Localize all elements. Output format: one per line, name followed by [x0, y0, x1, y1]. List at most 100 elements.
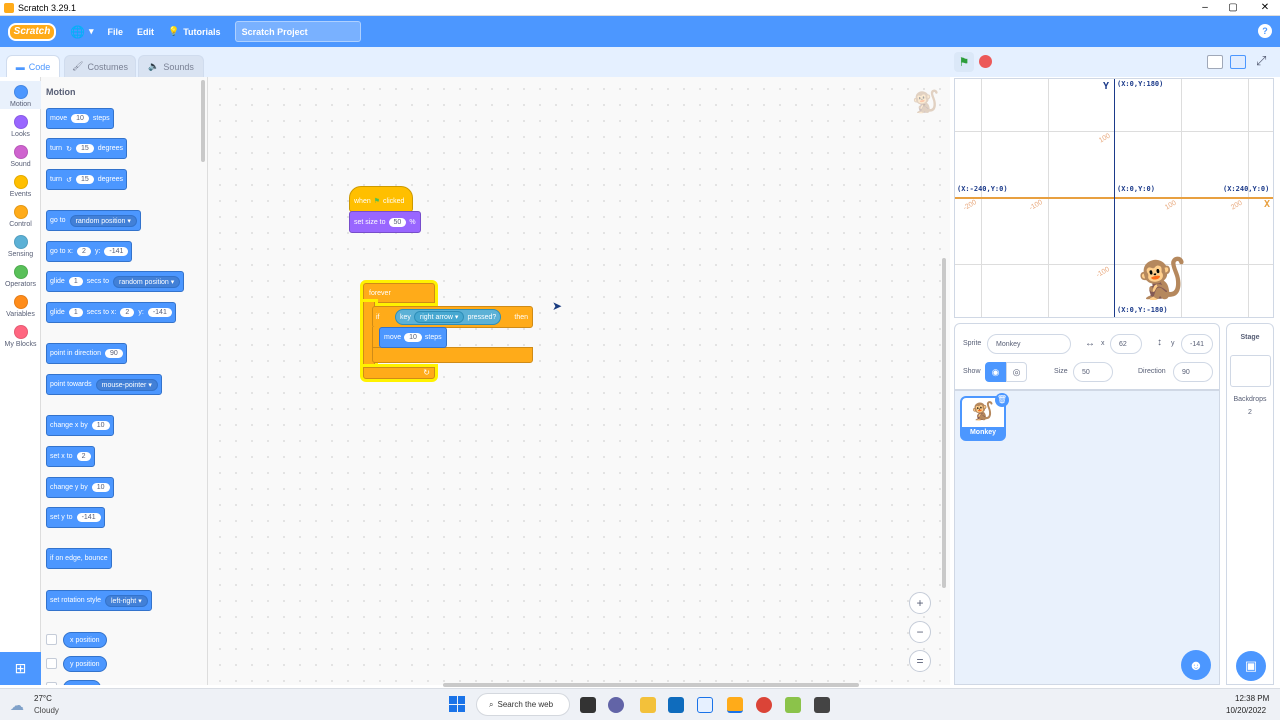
minecraft-icon[interactable] [785, 697, 801, 713]
edit-menu[interactable]: Edit [137, 27, 154, 37]
block-input[interactable]: -141 [104, 247, 129, 256]
sprite-thumbnail[interactable]: 🐒 Monkey 🗑 [960, 393, 1009, 441]
close-button[interactable]: ✕ [1250, 0, 1280, 16]
move-steps-block[interactable]: move 10 steps [379, 327, 447, 348]
category-variables[interactable]: Variables [0, 291, 41, 318]
app-icon[interactable] [814, 697, 830, 713]
rotation-style-dropdown[interactable]: left-right ▾ [104, 594, 148, 607]
set-rotation-style-block[interactable]: set rotation style left-right ▾ [46, 590, 152, 611]
category-events[interactable]: Events [0, 171, 41, 198]
block-input[interactable]: 50 [388, 217, 407, 227]
point-in-direction-block[interactable]: point in direction 90 [46, 343, 127, 364]
zoom-in-button[interactable]: + [909, 592, 931, 614]
zoom-out-button[interactable]: − [909, 621, 931, 643]
block-input[interactable]: 2 [76, 452, 91, 461]
stage-selector-panel[interactable]: Stage Backdrops 2 ▣ [1226, 323, 1274, 685]
project-title-input[interactable]: Scratch Project [234, 21, 361, 42]
start-button[interactable] [449, 696, 465, 712]
language-menu[interactable]: 🌐 ▾ [70, 25, 93, 39]
sprite-y-input[interactable]: -141 [1181, 334, 1213, 354]
random-position-dropdown[interactable]: random position ▾ [69, 214, 137, 227]
stage-canvas[interactable]: Y X (X:0,Y:180) (X:-240,Y:0) (X:0,Y:0) (… [954, 78, 1274, 318]
block-input[interactable]: 15 [75, 144, 94, 153]
palette-scrollbar[interactable] [201, 80, 205, 162]
forever-block[interactable]: forever [363, 283, 435, 303]
block-input[interactable]: 90 [104, 349, 123, 358]
y-position-reporter[interactable]: y position [63, 656, 107, 672]
backdrop-thumbnail[interactable] [1230, 355, 1271, 387]
weather-desc[interactable]: Cloudy [34, 706, 59, 715]
x-position-reporter[interactable]: x position [63, 632, 107, 648]
tab-costumes[interactable]: 🖌 Costumes [64, 55, 136, 77]
go-to-block[interactable]: go to random position ▾ [46, 210, 141, 231]
category-sensing[interactable]: Sensing [0, 231, 41, 258]
choose-backdrop-button[interactable]: ▣ [1236, 651, 1266, 681]
add-extension-button[interactable]: ⊞ [0, 652, 41, 685]
chrome-icon[interactable] [756, 697, 772, 713]
task-view-icon[interactable] [580, 697, 596, 713]
category-operators[interactable]: Operators [0, 261, 41, 288]
code-workspace[interactable]: 🐒 when ⚑ clicked set size to 50% forever ↻ … [208, 77, 950, 685]
random-position-dropdown[interactable]: random position ▾ [112, 275, 181, 288]
y-position-checkbox[interactable] [46, 658, 57, 669]
minimize-button[interactable]: – [1190, 0, 1220, 16]
set-x-block[interactable]: set x to 2 [46, 446, 95, 467]
taskbar-search[interactable]: ⌕ Search the web [476, 693, 570, 716]
delete-sprite-icon[interactable]: 🗑 [995, 393, 1009, 407]
edge-app-icon[interactable] [697, 697, 713, 713]
block-input[interactable]: 10 [91, 421, 110, 430]
maximize-button[interactable]: ▢ [1218, 0, 1248, 16]
turn-left-block[interactable]: turn ↺ 15 degrees [46, 169, 128, 190]
workspace-vertical-scrollbar[interactable] [942, 258, 946, 588]
store-icon[interactable] [668, 697, 684, 713]
bounce-block[interactable]: if on edge, bounce [46, 548, 112, 569]
tab-code[interactable]: ▬ Code [6, 55, 60, 78]
zoom-reset-button[interactable]: = [909, 650, 931, 672]
weather-temp[interactable]: 27°C [34, 694, 52, 703]
block-input[interactable]: 2 [120, 308, 135, 317]
block-input[interactable]: 15 [75, 175, 94, 184]
change-x-block[interactable]: change x by 10 [46, 415, 114, 436]
sprite-size-input[interactable]: 50 [1073, 362, 1113, 382]
choose-sprite-button[interactable]: ☻ [1181, 650, 1211, 680]
block-input[interactable]: 10 [404, 333, 422, 342]
set-y-block[interactable]: set y to -141 [46, 507, 105, 528]
block-input[interactable]: 10 [71, 114, 89, 123]
turn-right-block[interactable]: turn ↻ 15 degrees [46, 138, 128, 159]
direction-checkbox[interactable] [46, 682, 57, 685]
help-icon[interactable]: ? [1258, 24, 1272, 38]
show-visible-button[interactable]: ◉ [985, 362, 1006, 382]
category-sound[interactable]: Sound [0, 141, 41, 168]
when-flag-clicked-block[interactable]: when ⚑ clicked [349, 186, 413, 212]
sprite-name-input[interactable]: Monkey [987, 334, 1071, 354]
show-hidden-button[interactable]: ◎ [1006, 362, 1027, 382]
teams-chat-icon[interactable] [608, 697, 624, 713]
category-motion[interactable]: Motion [0, 81, 41, 109]
small-stage-button[interactable] [1207, 55, 1223, 69]
set-size-block[interactable]: set size to 50% [349, 211, 421, 233]
category-my-blocks[interactable]: My Blocks [0, 321, 41, 348]
key-pressed-block[interactable]: key right arrow ▾ pressed? [395, 309, 502, 325]
green-flag-button[interactable]: ⚑ [954, 52, 974, 72]
mouse-pointer-dropdown[interactable]: mouse-pointer ▾ [95, 378, 158, 391]
glide-to-xy-block[interactable]: glide 1 secs to x: 2 y: -141 [46, 302, 176, 323]
stop-button[interactable] [979, 55, 992, 68]
sprite-direction-input[interactable]: 90 [1173, 362, 1213, 382]
block-input[interactable]: 2 [76, 247, 91, 256]
point-towards-block[interactable]: point towards mouse-pointer ▾ [46, 374, 162, 395]
scratch-taskbar-icon[interactable] [727, 697, 743, 713]
workspace-horizontal-scrollbar[interactable] [443, 683, 859, 687]
x-position-checkbox[interactable] [46, 634, 57, 645]
key-dropdown[interactable]: right arrow ▾ [413, 311, 465, 323]
monkey-sprite[interactable]: 🐒 [1137, 257, 1187, 301]
clock-date[interactable]: 10/20/2022 [1226, 706, 1266, 715]
change-y-block[interactable]: change y by 10 [46, 477, 114, 498]
clock-time[interactable]: 12:38 PM [1235, 694, 1269, 703]
block-input[interactable]: -141 [147, 308, 172, 317]
tab-sounds[interactable]: 🔈 Sounds [138, 55, 204, 77]
block-input[interactable]: 10 [91, 483, 110, 492]
go-to-xy-block[interactable]: go to x: 2 y: -141 [46, 241, 133, 262]
file-menu[interactable]: File [107, 27, 123, 37]
block-input[interactable]: 1 [68, 308, 83, 317]
sprite-x-input[interactable]: 62 [1110, 334, 1142, 354]
